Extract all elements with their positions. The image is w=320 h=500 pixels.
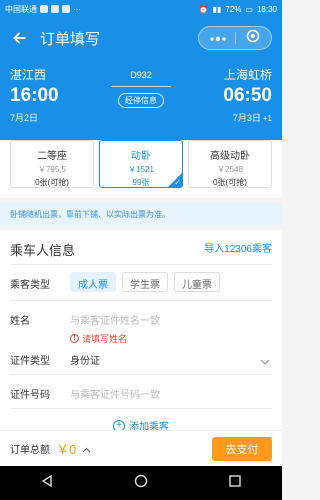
passenger-section-title: 乘车人信息 [10, 243, 76, 258]
divider [10, 264, 272, 265]
arrival-station: 上海虹桥 [223, 68, 272, 82]
departure-date: 7月2日 [10, 113, 39, 123]
arrival-date: 7月3日 [232, 113, 261, 123]
seat-option-second-class[interactable]: 二等座 ￥795.5 0张(可抢) [10, 140, 94, 188]
next-day-badge: +1 [262, 114, 272, 123]
close-target-icon[interactable] [246, 29, 260, 48]
app-notification-icon [51, 5, 59, 13]
id-number-input[interactable]: 与乘客证件号码一致 [70, 386, 160, 401]
error-icon: ! [70, 334, 79, 343]
arrival: 上海虹桥 06:50 7月3日 +1 [223, 66, 272, 124]
ticket-type-student[interactable]: 学生票 [122, 272, 168, 292]
arrival-time: 06:50 [223, 85, 272, 106]
chevron-up-icon[interactable] [82, 440, 91, 458]
departure: 湛江西 16:00 7月2日 [10, 66, 59, 124]
name-label: 姓名 [10, 316, 30, 327]
seat-name: 二等座 [37, 151, 67, 162]
pay-button[interactable]: 去支付 [212, 436, 272, 461]
passenger-panel: 乘车人信息 导入12306乘客 乘客类型 成人票 学生票 儿童票 姓名 与乘客证… [0, 230, 282, 433]
seat-availability: 0张(可抢) [213, 178, 247, 187]
order-footer: 订单总额 ￥0 去支付 [0, 430, 282, 466]
seat-selector: 二等座 ￥795.5 0张(可抢) 动卧 ￥1521 99张 ✓ 高级动卧 ￥2… [0, 140, 282, 198]
total-label: 订单总额 [10, 445, 50, 456]
divider [10, 300, 272, 301]
ticket-type-adult[interactable]: 成人票 [70, 272, 116, 292]
page-title: 订单填写 [40, 30, 101, 48]
capsule-divider [235, 32, 237, 44]
id-type-label: 证件类型 [10, 356, 50, 367]
status-bar: 中国联通 ··· ⏰ ▮▮ 72% ▭ 18:30 [0, 0, 282, 18]
import-12306-link[interactable]: 导入12306乘客 [204, 240, 272, 255]
android-nav-bar [0, 466, 282, 500]
chevron-down-icon[interactable] [260, 352, 270, 370]
divider [10, 408, 272, 409]
seat-availability: 0张(可抢) [35, 178, 69, 187]
signal-icon: ▮▮ [212, 4, 222, 14]
alarm-icon: ⏰ [198, 4, 209, 14]
id-number-label: 证件号码 [10, 390, 50, 401]
seat-name: 动卧 [131, 151, 151, 162]
carrier-label: 中国联通 [5, 4, 37, 14]
recents-square-icon[interactable] [228, 474, 242, 493]
seat-name: 高级动卧 [210, 151, 250, 162]
ticket-type-child[interactable]: 儿童票 [174, 272, 220, 292]
arrival-date-row: 7月3日 +1 [223, 111, 272, 124]
name-input[interactable]: 与乘客证件姓名一致 [70, 312, 160, 327]
seat-price: ￥2548 [217, 165, 243, 174]
passenger-type-label: 乘客类型 [10, 280, 50, 291]
back-arrow-icon[interactable] [10, 28, 30, 48]
image-notification-icon [62, 5, 70, 13]
checkmark-icon: ✓ [174, 178, 181, 187]
train-number: D932 [130, 70, 152, 80]
route-line [111, 86, 171, 87]
departure-station: 湛江西 [10, 68, 47, 82]
seat-option-deluxe-sleeper[interactable]: 高级动卧 ￥2548 0张(可抢) [188, 140, 272, 188]
nav-bar: 订单填写 [0, 18, 282, 58]
battery-label: 72% [225, 4, 242, 14]
seat-price: ￥795.5 [37, 165, 67, 174]
train-info: D932 经停信息 [95, 70, 187, 108]
battery-icon: ▭ [245, 4, 253, 14]
departure-time: 16:00 [10, 85, 59, 106]
more-notifications-icon: ··· [73, 4, 81, 14]
name-error: ! 请填写姓名 [70, 332, 127, 345]
divider [10, 374, 272, 375]
name-error-text: 请填写姓名 [82, 334, 128, 344]
home-circle-icon[interactable] [134, 474, 148, 493]
seat-option-sleeper[interactable]: 动卧 ￥1521 99张 ✓ [99, 140, 183, 188]
trip-summary: 湛江西 16:00 7月2日 D932 经停信息 上海虹桥 06:50 7月3日… [0, 58, 282, 140]
id-type-select[interactable]: 身份证 [70, 352, 100, 367]
more-menu-icon[interactable] [210, 29, 226, 47]
header: 订单填写 湛江西 16:00 7月2日 D932 经停信息 上海虹桥 06:50… [0, 18, 282, 140]
back-triangle-icon[interactable] [40, 474, 54, 493]
wifi-icon [40, 5, 48, 13]
total-amount: ￥0 [56, 442, 77, 457]
miniprogram-capsule [198, 26, 272, 50]
clock-label: 18:30 [256, 4, 277, 14]
stops-info-button[interactable]: 经停信息 [118, 93, 164, 108]
sleeper-notice: 卧铺随机出票，靠前下铺、以实际出票为准。 [0, 203, 282, 225]
